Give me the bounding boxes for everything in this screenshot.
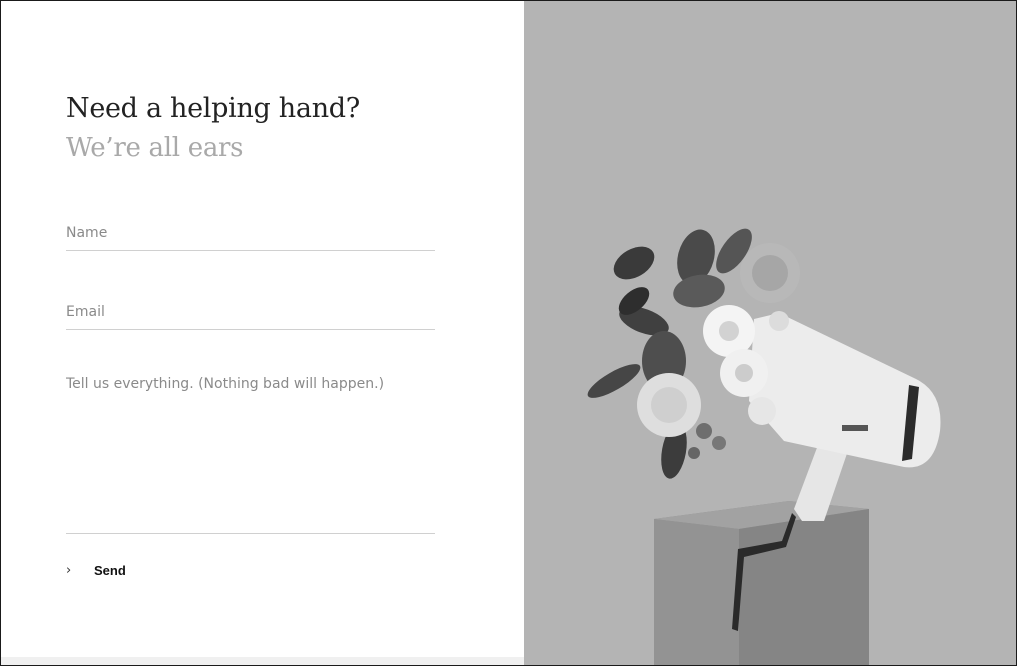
send-button-label: Send	[94, 563, 126, 578]
page-title: Need a helping hand?	[66, 93, 360, 124]
pedestal-box	[654, 501, 869, 665]
send-button[interactable]: › Send	[66, 563, 126, 578]
bottom-strip	[1, 657, 524, 665]
message-textarea[interactable]	[66, 374, 435, 534]
contact-panel: Need a helping hand? We’re all ears › Se…	[1, 1, 524, 665]
name-input[interactable]	[66, 223, 435, 251]
chevron-right-icon: ›	[66, 563, 72, 578]
email-input[interactable]	[66, 302, 435, 330]
hero-image	[524, 1, 1016, 665]
page-frame: Need a helping hand? We’re all ears › Se…	[0, 0, 1017, 666]
megaphone-switch	[842, 425, 868, 431]
page-subtitle: We’re all ears	[66, 133, 244, 163]
megaphone-flowers-illustration	[587, 228, 941, 665]
